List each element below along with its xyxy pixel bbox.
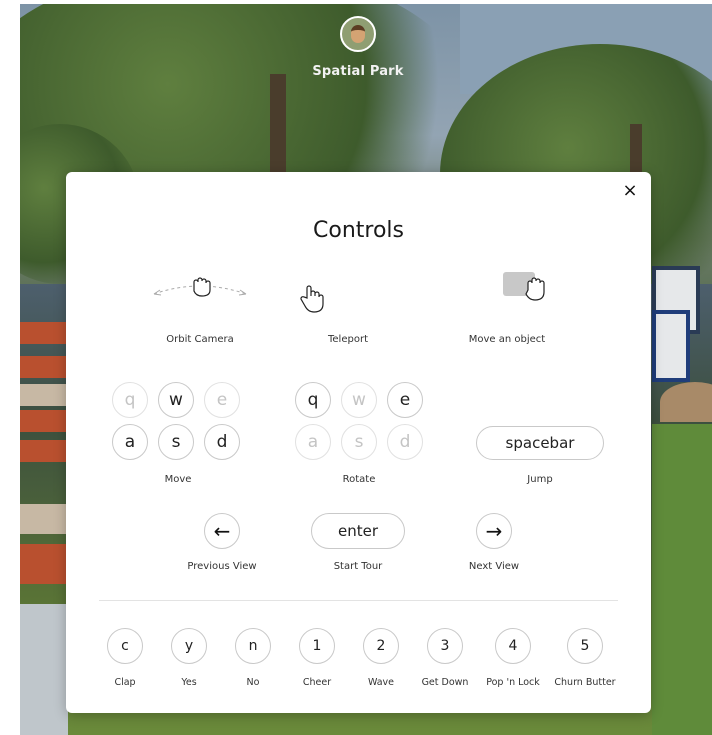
running-track [20, 504, 68, 534]
emote-label-cheer: Cheer [302, 677, 332, 688]
orbit-camera-icon [153, 277, 247, 297]
emote-label-pop-n-lock: Pop 'n Lock [486, 677, 540, 688]
rotate-key-q: q [295, 382, 331, 418]
arrow-left-icon: ← [204, 513, 240, 549]
emote-key-wave: 2 [363, 628, 399, 664]
running-track [20, 356, 68, 378]
walkway [20, 604, 68, 735]
move-key-a: a [112, 424, 148, 460]
move-object-label: Move an object [468, 334, 546, 345]
running-track [20, 544, 68, 584]
move-key-d: d [204, 424, 240, 460]
start-tour-label: Start Tour [333, 561, 383, 572]
emote-label-clap: Clap [114, 677, 136, 688]
next-view-label: Next View [468, 561, 520, 572]
hand-drag-icon [193, 277, 211, 297]
hand-grab-icon [525, 277, 545, 301]
rotate-key-a: a [295, 424, 331, 460]
avatar-face [351, 25, 365, 43]
running-track [20, 384, 68, 406]
move-key-e: e [204, 382, 240, 418]
modal-title: Controls [313, 218, 404, 243]
move-label: Move [164, 474, 192, 485]
spacebar-key: spacebar [476, 426, 604, 460]
teleport-label: Teleport [328, 334, 368, 345]
rotate-key-d: d [387, 424, 423, 460]
emote-label-churn-butter: Churn Butter [554, 677, 616, 688]
space-name: Spatial Park [312, 64, 404, 79]
running-track [20, 440, 68, 462]
emote-key-yes: y [171, 628, 207, 664]
emote-key-pop-n-lock: 4 [495, 628, 531, 664]
emote-label-yes: Yes [181, 677, 197, 688]
space-owner-avatar[interactable] [340, 16, 376, 52]
emote-label-wave: Wave [367, 677, 395, 688]
close-icon[interactable]: × [620, 180, 640, 202]
emote-label-no: No [246, 677, 260, 688]
emote-key-clap: c [107, 628, 143, 664]
lawn [652, 424, 712, 735]
running-track [20, 322, 68, 344]
emote-key-get-down: 3 [427, 628, 463, 664]
emote-key-cheer: 1 [299, 628, 335, 664]
rock [660, 382, 712, 422]
section-divider [99, 600, 618, 601]
emote-key-churn-butter: 5 [567, 628, 603, 664]
rotate-key-w: w [341, 382, 377, 418]
previous-view-label: Previous View [187, 561, 257, 572]
running-track [20, 410, 68, 432]
move-key-s: s [158, 424, 194, 460]
emote-key-no: n [235, 628, 271, 664]
move-key-w: w [158, 382, 194, 418]
rotate-key-s: s [341, 424, 377, 460]
controls-modal: × Controls Orbit Camera Teleport Move an… [66, 172, 651, 713]
rotate-key-e: e [387, 382, 423, 418]
rotate-label: Rotate [342, 474, 376, 485]
orbit-camera-label: Orbit Camera [166, 334, 234, 345]
hand-pointer-icon [300, 285, 324, 313]
arrow-right-icon: → [476, 513, 512, 549]
emote-label-get-down: Get Down [421, 677, 469, 688]
tree-trunk [270, 74, 286, 184]
signboard [652, 310, 690, 382]
enter-key: enter [311, 513, 405, 549]
jump-label: Jump [527, 474, 553, 485]
move-key-q: q [112, 382, 148, 418]
